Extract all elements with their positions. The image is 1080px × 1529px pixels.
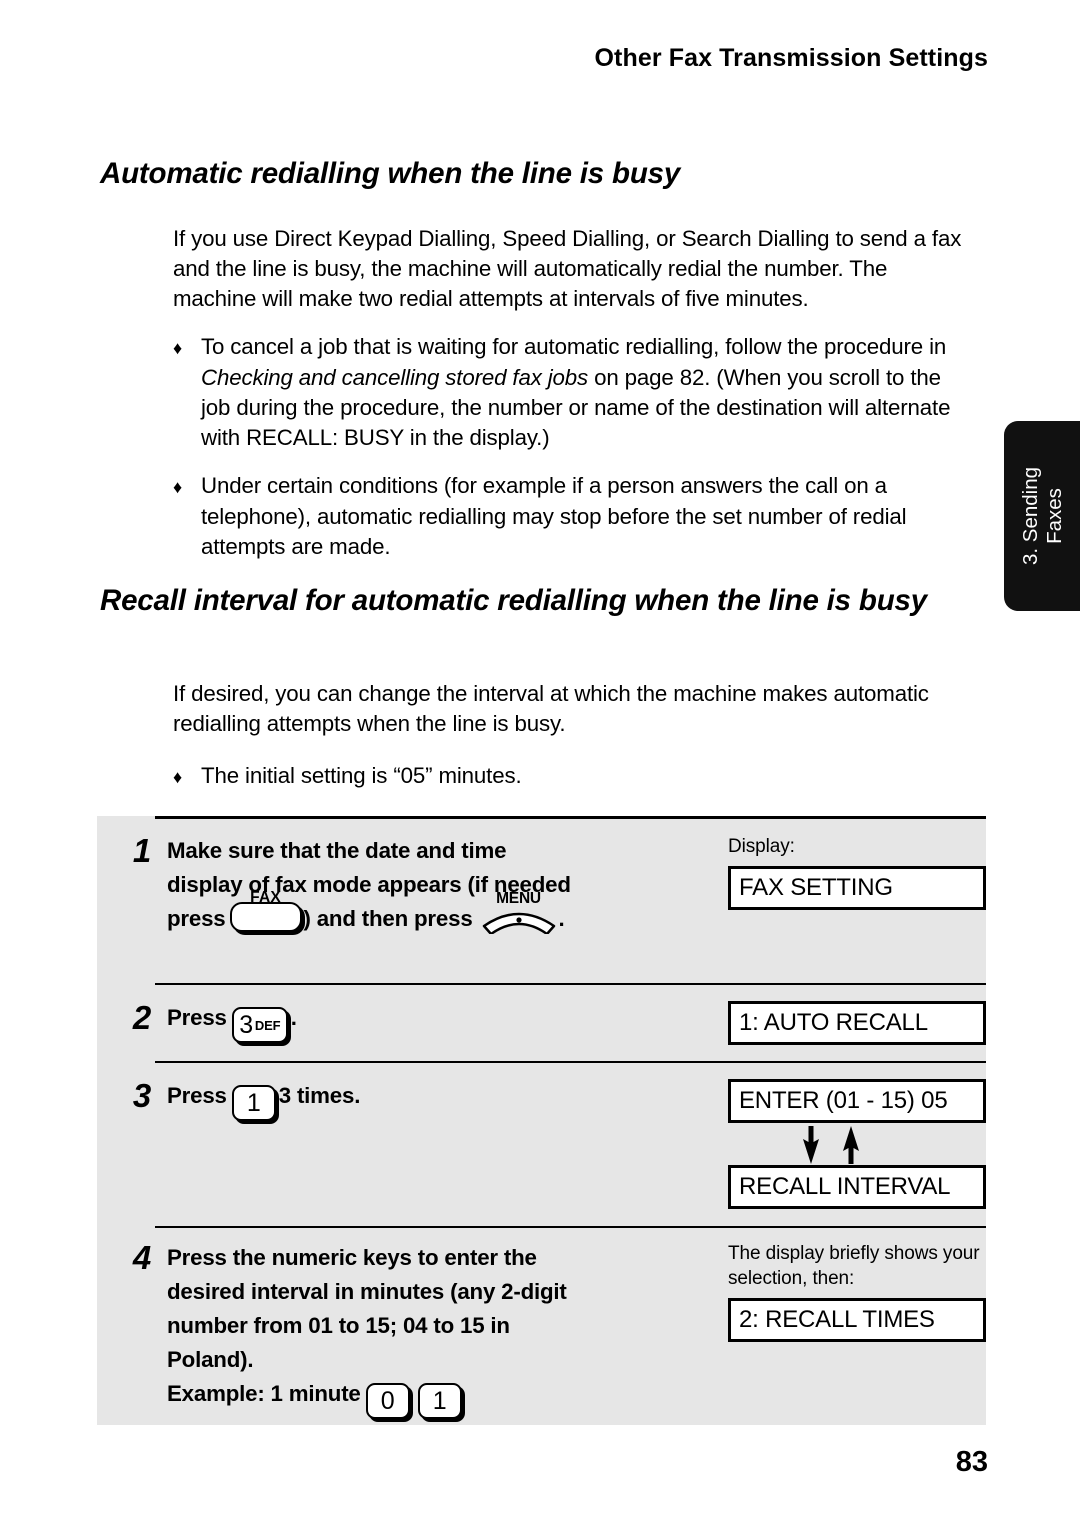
step-number: 3 <box>132 1077 152 1114</box>
key-1-digit: 1 <box>246 1089 261 1117</box>
step-1-line3: press FAX ) and then press MENU . <box>167 889 727 936</box>
step-1-display-column: Display: FAX SETTING <box>728 834 986 910</box>
lcd-display-recall-interval: RECALL INTERVAL <box>728 1165 986 1209</box>
key-0[interactable]: 0 <box>365 1383 410 1419</box>
lcd-display-enter-range: ENTER (01 - 15) 05 <box>728 1079 986 1123</box>
step-divider <box>155 1061 986 1063</box>
step-number: 4 <box>132 1239 152 1276</box>
step-number: 2 <box>132 999 152 1036</box>
lcd-display-recall-times: 2: RECALL TIMES <box>728 1298 986 1342</box>
step-number: 1 <box>132 832 152 869</box>
step-4-line3: number from 01 to 15; 04 to 15 in <box>167 1313 510 1338</box>
step-3-instruction: Press 1 3 times. <box>167 1079 727 1121</box>
bullet-marker-icon: ♦ <box>173 767 183 787</box>
step-1-line1: Make sure that the date and time <box>167 838 507 863</box>
key-3-def[interactable]: 3 DEF <box>231 1007 288 1043</box>
key-3-letters: DEF <box>254 1018 281 1033</box>
key-1[interactable]: 1 <box>231 1085 276 1121</box>
step-2-display-column: 1: AUTO RECALL <box>728 1001 986 1045</box>
bullet-cancel-job-text-part1: To cancel a job that is waiting for auto… <box>201 334 947 359</box>
panel-top-divider <box>155 816 986 819</box>
bullet-under-conditions-text: Under certain conditions (for example if… <box>201 473 907 559</box>
alternating-display-arrows <box>728 1123 986 1165</box>
fax-key-icon[interactable]: FAX <box>229 889 302 932</box>
arrow-up-icon <box>843 1126 859 1164</box>
step-4-line1: Press the numeric keys to enter the <box>167 1245 537 1270</box>
step-4-line2: desired interval in minutes (any 2-digit <box>167 1279 567 1304</box>
recall-interval-paragraph: If desired, you can change the interval … <box>173 681 929 736</box>
lcd-display-auto-recall: 1: AUTO RECALL <box>728 1001 986 1045</box>
procedure-panel: 1 Make sure that the date and time displ… <box>97 816 986 1425</box>
bullet-under-conditions: ♦ Under certain conditions (for example i… <box>173 471 968 562</box>
key-1-example-digit: 1 <box>432 1387 447 1415</box>
step-divider <box>155 1226 986 1228</box>
bullet-initial-setting-text: The initial setting is “05” minutes. <box>201 763 522 788</box>
key-1-example[interactable]: 1 <box>417 1383 462 1419</box>
arrow-down-icon <box>803 1126 819 1164</box>
bullet-cancel-job: ♦ To cancel a job that is waiting for aut… <box>173 332 968 453</box>
section-heading-automatic-redialling: Automatic redialling when the line is bu… <box>100 157 681 190</box>
chapter-side-tab-line1: 3. Sending <box>1019 466 1042 566</box>
step-2-instruction: Press 3 DEF. <box>167 1001 727 1043</box>
chapter-side-tab-line2: Faxes <box>1043 488 1066 544</box>
fax-key-label: FAX <box>250 889 281 906</box>
step-2-end-period: . <box>290 1005 297 1030</box>
intro-paragraph: If you use Direct Keypad Dialling, Speed… <box>173 226 962 311</box>
step-4-instruction: Press the numeric keys to enter the desi… <box>167 1241 727 1419</box>
step-4-example-line: Example: 1 minute 0 1 <box>167 1377 727 1419</box>
page-number: 83 <box>955 1446 988 1478</box>
step-1-end-period: . <box>558 906 565 931</box>
chapter-side-tab-label: 3. Sending Faxes <box>1019 467 1067 565</box>
key-3-digit: 3 <box>239 1011 253 1039</box>
step-1-press-word: press <box>167 906 226 931</box>
key-0-digit: 0 <box>380 1387 395 1415</box>
step-1-mid-text: ) and then press <box>303 906 473 931</box>
menu-key-icon[interactable]: MENU <box>481 890 557 936</box>
bullet-marker-icon: ♦ <box>173 338 183 358</box>
bullet-initial-setting: ♦ The initial setting is “05” minutes. <box>173 761 968 792</box>
section-heading-recall-interval: Recall interval for automatic redialling… <box>100 584 927 617</box>
step-4-display-note: The display briefly shows your selection… <box>728 1243 980 1289</box>
step-divider <box>155 983 986 985</box>
bullet-cancel-job-reference-title: Checking and cancelling stored fax jobs <box>201 365 589 390</box>
step-4-display-column: The display briefly shows your selection… <box>728 1241 986 1342</box>
step-2-press-word: Press <box>167 1005 227 1030</box>
lcd-display-fax-setting: FAX SETTING <box>728 866 986 910</box>
chapter-side-tab: 3. Sending Faxes <box>1004 421 1080 611</box>
step-3-times-text: 3 times. <box>278 1083 361 1108</box>
step-3-press-word: Press <box>167 1083 227 1108</box>
step-4-example-label: Example: 1 minute <box>167 1381 361 1406</box>
display-label: Display: <box>728 836 795 857</box>
running-header: Other Fax Transmission Settings <box>594 44 988 72</box>
step-3-display-column: ENTER (01 - 15) 05 RECALL INTERVAL <box>728 1079 986 1209</box>
menu-key-label: MENU <box>496 890 541 907</box>
bullet-marker-icon: ♦ <box>173 477 183 497</box>
step-4-line4: Poland). <box>167 1347 254 1372</box>
step-1-instruction: Make sure that the date and time display… <box>167 834 727 936</box>
